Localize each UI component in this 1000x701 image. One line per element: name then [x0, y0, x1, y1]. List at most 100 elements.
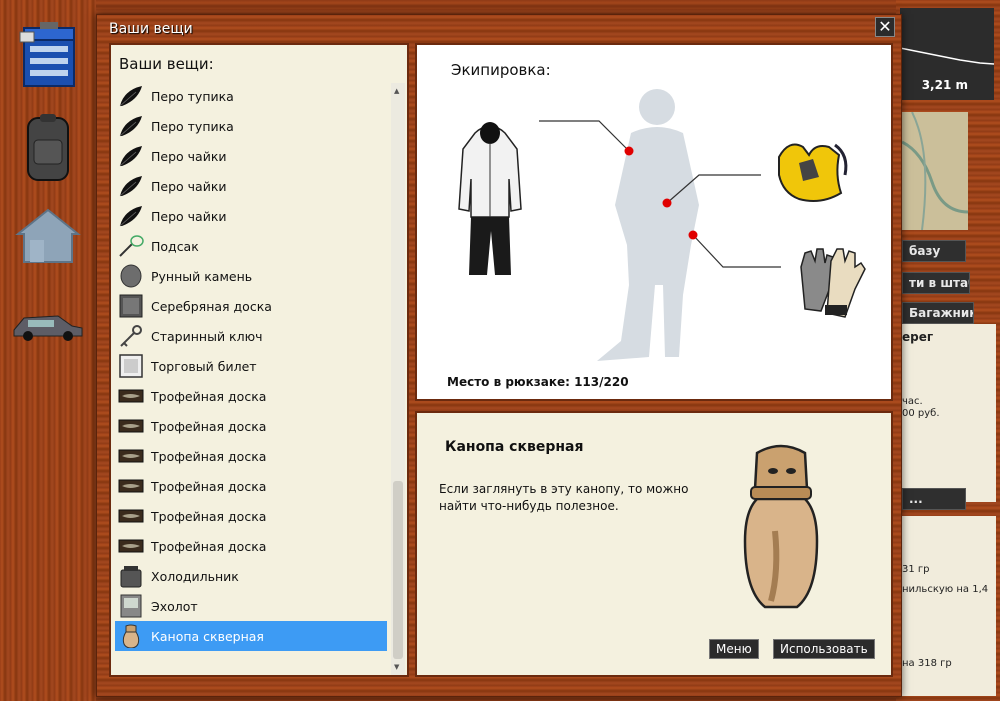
inventory-item-label: Перо тупика: [151, 88, 234, 104]
inventory-item[interactable]: Перо чайки: [115, 141, 387, 171]
body-silhouette: [597, 89, 699, 361]
inventory-item[interactable]: Трофейная доска: [115, 381, 387, 411]
item-description-panel: Канопа скверная Если заглянуть в эту кан…: [415, 411, 893, 677]
inventory-item-label: Перо чайки: [151, 178, 227, 194]
trophy-board-icon: [117, 383, 145, 409]
depth-graph: 3,21 m: [899, 8, 995, 100]
trunk-button[interactable]: Багажник: [902, 302, 974, 324]
gloves-icon[interactable]: [791, 241, 875, 325]
marker-torso: [624, 146, 634, 156]
inventory-item[interactable]: Трофейная доска: [115, 471, 387, 501]
location-info: ерег час. 00 руб.: [902, 324, 996, 502]
items-list: Перо тупика Перо тупика Перо чайки Перо чай…: [115, 81, 387, 675]
inventory-item-label: Трофейная доска: [151, 508, 267, 524]
canopic-jar-icon: [117, 623, 145, 649]
inventory-item[interactable]: Трофейная доска: [115, 501, 387, 531]
item-description: Если заглянуть в эту канопу, то можно на…: [439, 482, 689, 513]
catch-stats: 31 гр нильскую на 1,4 на 318 гр: [902, 516, 996, 696]
inventory-item-label: Холодильник: [151, 568, 239, 584]
inventory-item-label: Трофейная доска: [151, 418, 267, 434]
go-to-hq-button[interactable]: ти в штаб: [902, 272, 970, 294]
feather-icon: [117, 83, 145, 109]
backpack-button[interactable]: [10, 110, 86, 186]
inventory-item[interactable]: Перо тупика: [115, 111, 387, 141]
base-button[interactable]: базу: [902, 240, 966, 262]
depth-value: 3,21 m: [921, 78, 968, 92]
equipment-panel: Экипировка: Место в рюкзаке: 113/220: [415, 43, 893, 401]
inventory-item[interactable]: Трофейная доска: [115, 531, 387, 561]
inventory-item-label: Трофейная доска: [151, 448, 267, 464]
inventory-item-label: Рунный камень: [151, 268, 253, 284]
echo-sounder-icon: [117, 593, 145, 619]
inventory-item[interactable]: Перо тупика: [115, 81, 387, 111]
inventory-item[interactable]: Серебряная доска: [115, 291, 387, 321]
home-button[interactable]: [10, 200, 86, 276]
trophy-board-icon: [117, 443, 145, 469]
trophy-board-icon: [117, 533, 145, 559]
more-button[interactable]: ...: [902, 488, 966, 510]
suit-icon[interactable]: [455, 119, 525, 281]
feather-icon: [117, 173, 145, 199]
stat-weight: 31 гр: [902, 564, 930, 575]
scroll-down-icon[interactable]: ▼: [394, 663, 399, 671]
inventory-item-label: Трофейная доска: [151, 478, 267, 494]
backpack-capacity: Место в рюкзаке: 113/220: [447, 375, 629, 389]
stat-total: на 318 гр: [902, 658, 952, 669]
trophy-board-icon: [117, 503, 145, 529]
inventory-item-label: Канопа скверная: [151, 628, 264, 644]
inventory-item-label: Серебряная доска: [151, 298, 272, 314]
items-panel: Ваши вещи: Перо тупика Перо тупика Перо ча…: [109, 43, 409, 677]
close-button[interactable]: ✕: [875, 17, 895, 37]
inventory-item-label: Перо чайки: [151, 148, 227, 164]
inventory-item[interactable]: Подсак: [115, 231, 387, 261]
mini-map[interactable]: [901, 111, 969, 231]
tackle-box-icon: [19, 22, 75, 87]
inventory-item[interactable]: Перо чайки: [115, 201, 387, 231]
item-name: Канопа скверная: [445, 439, 584, 455]
inventory-item-label: Торговый билет: [151, 358, 257, 374]
inventory-item[interactable]: Канопа скверная: [115, 621, 387, 651]
depth-line: [899, 47, 995, 65]
feather-icon: [117, 143, 145, 169]
inventory-item-label: Эхолот: [151, 598, 198, 614]
tackle-box-button[interactable]: [10, 18, 86, 94]
map-icon: [901, 111, 969, 231]
scroll-up-icon[interactable]: ▲: [394, 87, 399, 95]
canopic-jar-icon: [743, 444, 819, 609]
scroll-thumb[interactable]: [393, 481, 403, 659]
stat-record: нильскую на 1,4: [902, 584, 989, 595]
inventory-item-label: Трофейная доска: [151, 388, 267, 404]
side-dock: [0, 0, 96, 701]
silver-board-icon: [117, 293, 145, 319]
menu-button[interactable]: Меню: [709, 639, 759, 659]
cooler-icon: [117, 563, 145, 589]
marker-hand: [688, 230, 698, 240]
use-button[interactable]: Использовать: [773, 639, 875, 659]
landing-net-icon: [117, 233, 145, 259]
house-icon: [15, 208, 81, 263]
inventory-item[interactable]: Перо чайки: [115, 171, 387, 201]
items-heading: Ваши вещи:: [119, 55, 214, 73]
old-key-icon: [117, 323, 145, 349]
close-icon: ✕: [878, 17, 892, 36]
inventory-item[interactable]: Трофейная доска: [115, 411, 387, 441]
inventory-item[interactable]: Холодильник: [115, 561, 387, 591]
location-name: ерег: [902, 330, 934, 344]
backpack-icon: [27, 114, 69, 181]
inventory-item[interactable]: Эхолот: [115, 591, 387, 621]
car-button[interactable]: [10, 290, 86, 366]
trophy-board-icon: [117, 413, 145, 439]
feather-icon: [117, 203, 145, 229]
inventory-item-label: Перо чайки: [151, 208, 227, 224]
life-vest-icon[interactable]: [769, 135, 853, 209]
items-scrollbar[interactable]: ▲ ▼: [391, 83, 405, 675]
inventory-item[interactable]: Рунный камень: [115, 261, 387, 291]
inventory-item[interactable]: Торговый билет: [115, 351, 387, 381]
window-title: Ваши вещи: [109, 21, 193, 37]
inventory-item-label: Старинный ключ: [151, 328, 263, 344]
trade-ticket-icon: [117, 353, 145, 379]
inventory-item[interactable]: Трофейная доска: [115, 441, 387, 471]
rune-stone-icon: [117, 263, 145, 289]
marker-waist: [662, 198, 672, 208]
inventory-item[interactable]: Старинный ключ: [115, 321, 387, 351]
